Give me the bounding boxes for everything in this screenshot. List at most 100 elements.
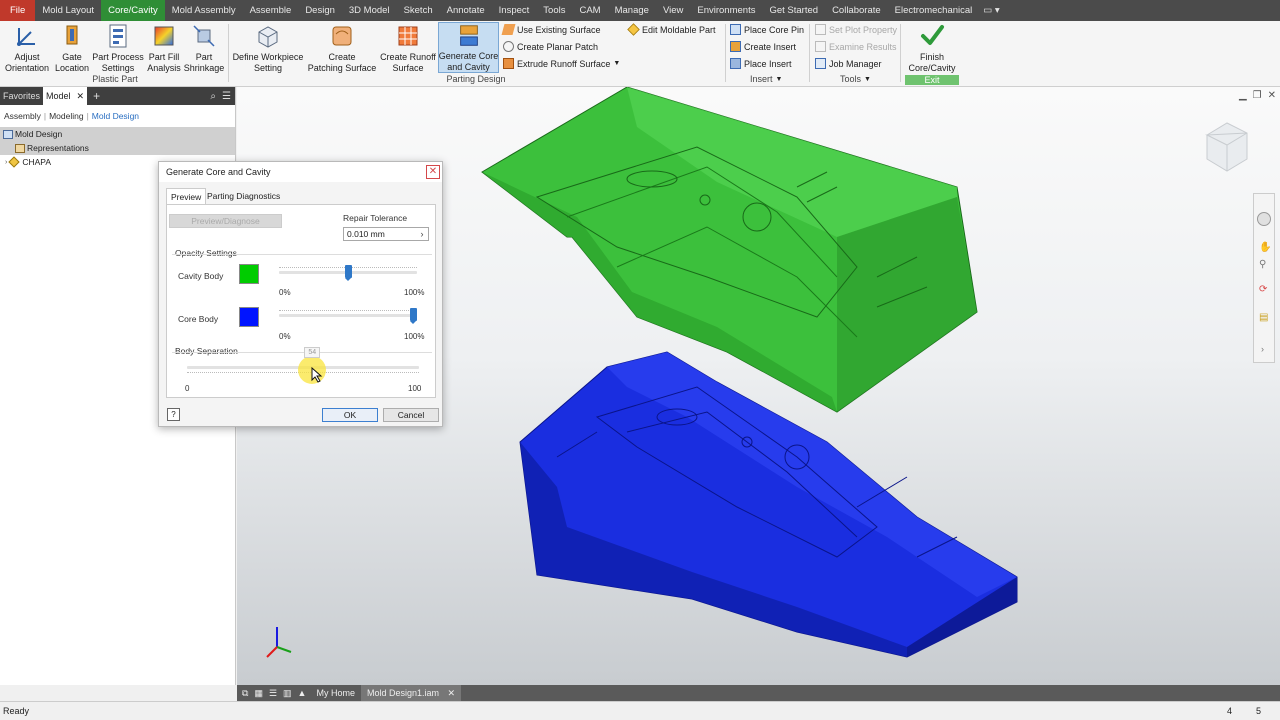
core-opacity-track[interactable] (279, 314, 417, 317)
edit-moldable-part-button[interactable]: Edit Moldable Part (627, 23, 716, 36)
menu-tab-assemble[interactable]: Assemble (243, 0, 299, 21)
cascade-windows-icon[interactable]: ⧉ (242, 688, 248, 699)
menu-tab-electromechanical[interactable]: Electromechanical (888, 0, 980, 21)
orbit-icon[interactable]: ⟳ (1259, 284, 1267, 295)
tab-favorites[interactable]: Favorites (0, 87, 43, 105)
chevron-right-icon[interactable]: › (417, 229, 427, 239)
expand-arrow-icon[interactable]: › (5, 159, 7, 166)
menu-tab-inspect[interactable]: Inspect (492, 0, 537, 21)
job-manager-button[interactable]: Job Manager (815, 58, 882, 69)
close-icon[interactable]: ✕ (426, 165, 440, 179)
steering-wheel-icon[interactable] (1257, 212, 1271, 226)
pan-icon[interactable]: ✋ (1259, 242, 1271, 253)
view-cube[interactable] (1205, 122, 1248, 172)
menu-tab-cam[interactable]: CAM (572, 0, 607, 21)
menu-tab-manage[interactable]: Manage (608, 0, 656, 21)
menu-tab-file[interactable]: File (0, 0, 36, 21)
tab-mold-design-document[interactable]: Mold Design1.iam ✕ (360, 685, 462, 701)
generate-core-cavity-label: Generate Core and Cavity (438, 51, 499, 72)
preview-diagnose-button[interactable]: Preview/Diagnose (169, 214, 282, 228)
search-icon[interactable]: ⌕ (210, 91, 216, 102)
menu-icon[interactable]: ☰ (222, 91, 231, 102)
part-shrinkage-button[interactable]: Part Shrinkage (184, 22, 224, 73)
place-insert-icon (730, 58, 741, 69)
cavity-color-swatch[interactable] (239, 264, 259, 284)
create-patching-surface-button[interactable]: Create Patching Surface (306, 22, 378, 73)
tab-preview[interactable]: Preview (166, 188, 207, 205)
menu-tab-design[interactable]: Design (298, 0, 342, 21)
menu-tab-collaborate[interactable]: Collaborate (825, 0, 888, 21)
use-existing-surface-button[interactable]: Use Existing Surface (501, 24, 601, 35)
core-body[interactable] (519, 351, 1018, 658)
help-icon[interactable]: ? (167, 408, 180, 421)
menu-tab-view[interactable]: View (656, 0, 690, 21)
ribbon-options-icon[interactable]: ▭ ▾ (979, 0, 1003, 21)
tab-model[interactable]: Model (43, 87, 74, 105)
menu-tab-bar: File Mold Layout Core/Cavity Mold Assembly A… (0, 0, 1280, 21)
ribbon-separator (809, 24, 810, 82)
ribbon-separator (228, 24, 229, 82)
tab-my-home[interactable]: My Home (310, 685, 361, 701)
cancel-button[interactable]: Cancel (383, 408, 439, 422)
tile-windows-icon[interactable]: ▦ (254, 688, 263, 699)
dropdown-arrow-icon[interactable]: ▼ (613, 60, 620, 67)
tab-parting-diagnostics[interactable]: Parting Diagnostics (203, 188, 284, 204)
menu-tab-get-started[interactable]: Get Started (762, 0, 825, 21)
close-tab-icon[interactable]: ✕ (448, 688, 456, 698)
generate-core-cavity-button[interactable]: Generate Core and Cavity (438, 22, 499, 73)
part-fill-analysis-button[interactable]: Part Fill Analysis (145, 22, 183, 73)
process-settings-icon (109, 24, 127, 48)
repair-tolerance-input[interactable]: 0.010 mm › (343, 227, 429, 241)
set-plot-property-button[interactable]: Set Plot Property (815, 24, 897, 35)
scroll-up-icon[interactable]: ▲ (298, 688, 307, 698)
create-insert-button[interactable]: Create Insert (730, 41, 796, 52)
place-insert-button[interactable]: Place Insert (730, 58, 792, 69)
mode-modeling[interactable]: Modeling (49, 111, 84, 121)
finish-core-cavity-button[interactable]: Finish Core/Cavity (905, 22, 959, 73)
create-runoff-surface-label: Create Runoff Surface (380, 52, 436, 73)
insert-group-label-dropdown[interactable]: Insert ▼ (750, 74, 782, 84)
cavity-opacity-thumb[interactable] (345, 265, 352, 281)
place-insert-label: Place Insert (744, 58, 792, 69)
gate-location-button[interactable]: Gate Location (53, 22, 91, 73)
core-color-swatch[interactable] (239, 307, 259, 327)
menu-tab-environments[interactable]: Environments (690, 0, 762, 21)
define-workpiece-button[interactable]: Define Workpiece Setting (231, 22, 305, 73)
separation-max-label: 100 (408, 384, 422, 393)
more-icon[interactable]: › (1261, 344, 1264, 354)
menu-tab-annotate[interactable]: Annotate (440, 0, 492, 21)
cavity-body[interactable] (481, 87, 978, 413)
examine-results-button[interactable]: Examine Results (815, 41, 897, 52)
tree-item-mold-design[interactable]: Mold Design (0, 127, 235, 141)
finish-core-cavity-label: Finish Core/Cavity (908, 52, 956, 73)
tile-vertical-icon[interactable]: ▥ (283, 688, 292, 699)
menu-tab-mold-assembly[interactable]: Mold Assembly (165, 0, 243, 21)
menu-tab-core-cavity[interactable]: Core/Cavity (101, 0, 165, 21)
look-at-icon[interactable]: ▤ (1259, 312, 1268, 323)
menu-tab-3d-model[interactable]: 3D Model (342, 0, 397, 21)
adjust-orientation-button[interactable]: Adjust Orientation (4, 22, 50, 73)
ok-button[interactable]: OK (322, 408, 378, 422)
tools-group-label-dropdown[interactable]: Tools ▼ (840, 74, 871, 84)
create-runoff-surface-button[interactable]: Create Runoff Surface (379, 22, 437, 73)
menu-tab-mold-layout[interactable]: Mold Layout (35, 0, 101, 21)
close-tab-icon[interactable]: ✕ (73, 87, 88, 105)
planar-patch-icon (503, 41, 514, 52)
repair-tolerance-label: Repair Tolerance (343, 213, 408, 223)
mode-mold-design[interactable]: Mold Design (92, 111, 139, 121)
tree-item-representations[interactable]: Representations (0, 141, 235, 155)
core-opacity-thumb[interactable] (409, 308, 417, 324)
tile-horizontal-icon[interactable]: ☰ (269, 688, 277, 699)
cavity-max-pct: 100% (404, 288, 425, 297)
zoom-icon[interactable]: ⚲ (1259, 259, 1266, 270)
add-tab-icon[interactable]: + (93, 89, 100, 103)
part-process-settings-button[interactable]: Part Process Settings (92, 22, 144, 73)
gate-location-label: Gate Location (54, 52, 90, 73)
mode-assembly[interactable]: Assembly (4, 111, 41, 121)
menu-tab-sketch[interactable]: Sketch (397, 0, 440, 21)
menu-tab-tools[interactable]: Tools (536, 0, 572, 21)
extrude-runoff-surface-button[interactable]: Extrude Runoff Surface ▼ (503, 58, 620, 69)
place-core-pin-button[interactable]: Place Core Pin (730, 24, 804, 35)
exit-group-label: Exit (905, 75, 959, 85)
create-planar-patch-button[interactable]: Create Planar Patch (503, 41, 598, 52)
